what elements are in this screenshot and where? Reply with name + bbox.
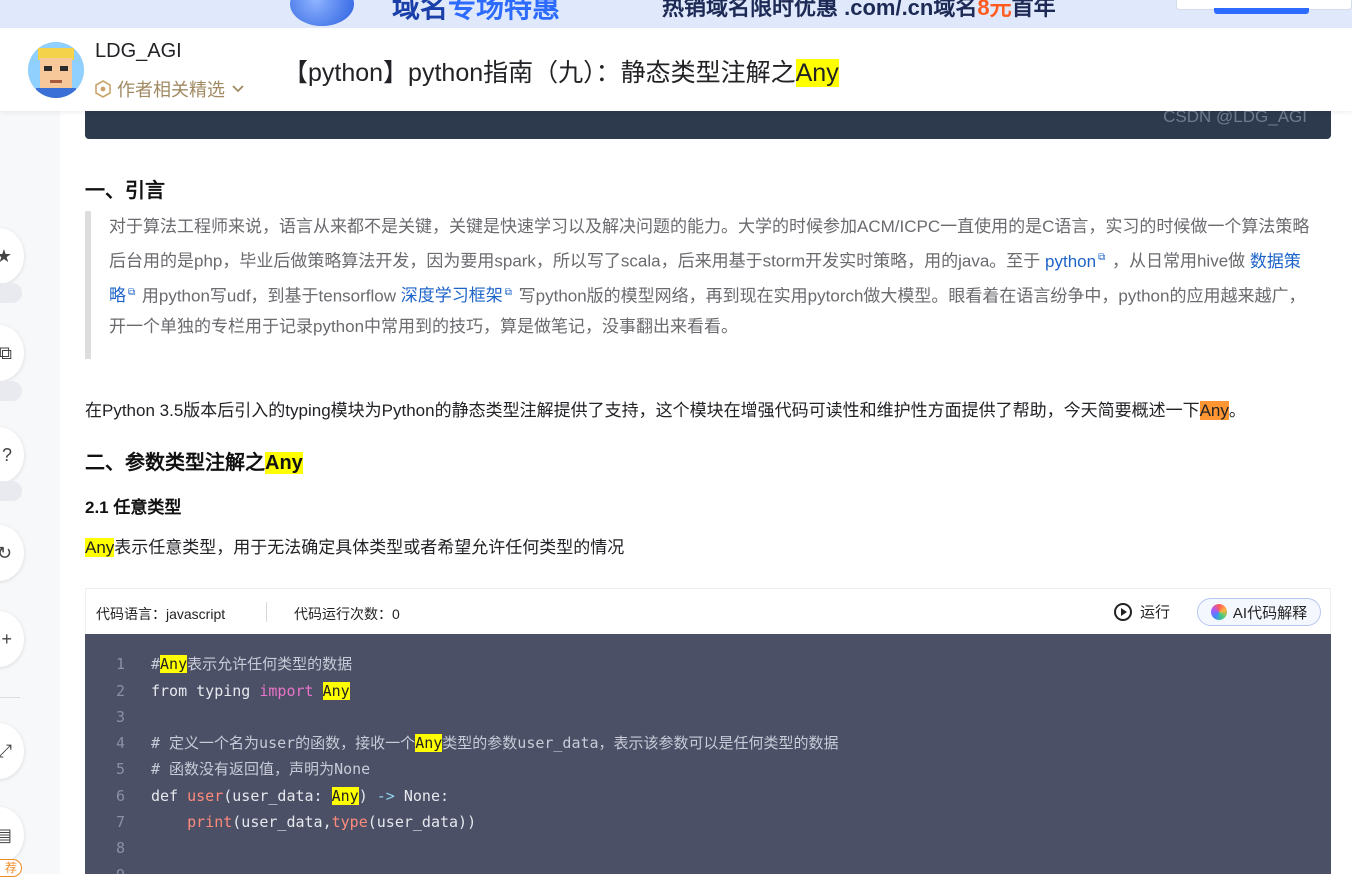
link-python[interactable]: python ⧉ [1045, 252, 1107, 271]
code-line: 9 [85, 862, 151, 874]
avatar[interactable] [28, 42, 84, 98]
code-line: 7 print(user_data,type(user_data)) [115, 813, 477, 831]
external-link-icon: ⧉ [1098, 252, 1106, 263]
code-line: 1 #Any表示允许任何类型的数据 [115, 655, 353, 673]
pixel-avatar-icon [28, 42, 84, 98]
toolbar-divider [266, 602, 267, 622]
code-language: 代码语言：javascript [96, 606, 226, 622]
intro-paragraph: 在Python 3.5版本后引入的typing模块为Python的静态类型注解提… [85, 401, 1246, 420]
article-header: LDG_AGI 作者相关精选 【python】python指南（九）：静态类型注… [0, 28, 1352, 111]
tool-count-pill [0, 481, 22, 501]
article-content: CSDN @LDG_AGI 一、引言 对于算法工程师来说，语言从来都不是关键，关… [60, 111, 1352, 874]
code-line: 4 # 定义一个名为user的函数，接收一个Any类型的参数user_data，表… [115, 734, 839, 752]
ad-banner[interactable]: 域名专场特惠 热销域名限时优惠 .com/.cn域名8元首年 [0, 0, 1352, 28]
author-picks-label: 作者相关精选 [117, 80, 225, 100]
external-link-icon: ⧉ [128, 286, 136, 298]
code-line: 2 from typing import Any [115, 682, 350, 700]
external-link-icon: ⧉ [504, 286, 512, 298]
code-line: 5 # 函数没有返回值，声明为None [115, 760, 371, 778]
tool-count-pill [0, 381, 22, 401]
code-line: 3 [115, 708, 125, 726]
image-watermark: CSDN @LDG_AGI [1163, 111, 1307, 126]
share-icon[interactable]: ⧉ [0, 325, 24, 381]
section-heading-any: 二、参数类型注解之Any [85, 452, 303, 474]
tool-count-pill [0, 283, 22, 303]
hexagon-icon [95, 80, 111, 98]
article-image: CSDN @LDG_AGI [85, 111, 1331, 139]
code-toolbar: 代码语言：javascript 代码运行次数：0 运行 AI代码解释 [85, 588, 1331, 634]
question-icon[interactable]: ? [0, 427, 24, 483]
play-icon [1114, 602, 1132, 621]
run-label: 运行 [1140, 604, 1171, 621]
code-line: 8 [115, 839, 125, 857]
ai-sparkle-icon [1210, 604, 1227, 620]
quote-text: 用python写udf，到基于tensorflow [141, 286, 397, 306]
recommend-badge[interactable]: 荐 [0, 859, 22, 877]
subsection-heading: 2.1 任意类型 [85, 498, 182, 517]
code-block[interactable]: 1 #Any表示允许任何类型的数据 2 from typing import Any… [85, 634, 1331, 874]
chevron-down-icon [232, 85, 244, 93]
code-run-count: 代码运行次数：0 [294, 606, 400, 622]
link-deep-learning-framework[interactable]: 深度学习框架 ⧉ [401, 286, 514, 305]
ai-explain-button[interactable]: AI代码解释 [1197, 598, 1321, 626]
document-icon[interactable]: ▤ [0, 807, 24, 863]
quote-text: ，从日常用hive做 [1111, 251, 1246, 271]
run-button[interactable]: 运行 [1114, 601, 1170, 622]
ad-headline: 域名专场特惠 [392, 0, 561, 23]
left-toolbar: ★ ⧉ ? ↻ + ⤢ ▤ 荐 [0, 111, 60, 877]
refresh-icon[interactable]: ↻ [0, 525, 24, 581]
ai-explain-label: AI代码解释 [1232, 604, 1308, 622]
author-picks-dropdown[interactable]: 作者相关精选 [95, 76, 245, 102]
intro-blockquote: 对于算法工程师来说，语言从来都不是关键，关键是快速学习以及解决问题的能力。大学的… [85, 211, 1331, 359]
ad-subline: 热销域名限时优惠 .com/.cn域名8元首年 [662, 0, 1056, 20]
code-line: 6 def user(user_data: Any) -> None: [115, 787, 450, 805]
add-icon[interactable]: + [0, 611, 24, 667]
article-title: 【python】python指南（九）：静态类型注解之Any [283, 59, 839, 87]
author-name[interactable]: LDG_AGI [95, 40, 182, 63]
any-description: Any表示任意类型，用于无法确定具体类型或者希望允许任何类型的情况 [85, 538, 625, 557]
badge-icon[interactable]: ★ [0, 228, 24, 284]
toolbar-divider [0, 697, 20, 698]
section-heading-intro: 一、引言 [85, 180, 165, 202]
ad-logo-icon [290, 0, 354, 26]
expand-icon[interactable]: ⤢ [0, 723, 24, 779]
ad-button[interactable] [1214, 8, 1309, 14]
